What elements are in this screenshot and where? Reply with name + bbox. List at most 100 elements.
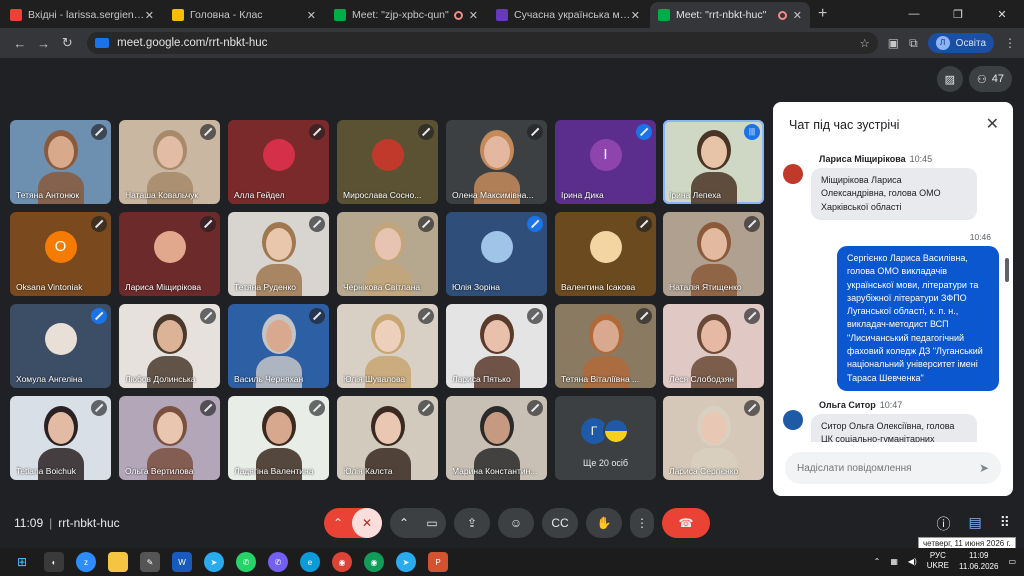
taskbar-clock[interactable]: 11:09 11.06.2026: [959, 550, 998, 572]
participant-tile[interactable]: Любов Долинська: [119, 304, 220, 388]
participant-tile[interactable]: Наташа Ковальчук: [119, 120, 220, 204]
participant-tile[interactable]: Хомула Ангеліна: [10, 304, 111, 388]
camera-off-icon[interactable]: ▨: [936, 66, 963, 92]
back-icon[interactable]: ←: [8, 36, 32, 51]
participant-tile[interactable]: ||| Ірина Лепеха: [663, 120, 764, 204]
edge-app-icon[interactable]: e: [300, 552, 320, 572]
mic-muted-icon: [309, 216, 325, 232]
whatsapp-app-icon[interactable]: ✆: [236, 552, 256, 572]
mic-muted-icon: [744, 216, 760, 232]
emoji-reactions-icon[interactable]: ☺: [498, 508, 534, 538]
participant-tile[interactable]: Леся Слободзян: [663, 304, 764, 388]
activities-icon[interactable]: ⠿: [1000, 514, 1010, 534]
network-icon[interactable]: ▦: [890, 557, 898, 566]
tab-strip: Вхідні - larissa.sergienko@lispi✕Головна…: [0, 2, 810, 28]
maximize-icon[interactable]: ❐: [936, 0, 980, 28]
minimize-icon[interactable]: —: [892, 0, 936, 28]
chat-close-icon[interactable]: ✕: [986, 114, 999, 134]
leave-call-icon[interactable]: ☎: [662, 508, 710, 538]
profile-button[interactable]: Л Освіта: [927, 33, 995, 53]
meet-bottom-bar: 11:09 | rrt-nbkt-huc ⌃ ✕ ⌃ ▭ ⇪ ☺ CC ✋ ⋮ ☎: [0, 498, 1024, 548]
mic-off-icon[interactable]: ✕: [352, 508, 382, 538]
participant-tile[interactable]: Лариса Пятько: [446, 304, 547, 388]
url-field[interactable]: meet.google.com/rrt-nbkt-huc ☆: [87, 32, 878, 54]
camera-icon[interactable]: ▭: [418, 508, 446, 538]
participant-tile[interactable]: І Ірина Дика: [555, 120, 656, 204]
reload-icon[interactable]: ↻: [55, 35, 79, 51]
present-screen-icon[interactable]: ⇪: [454, 508, 490, 538]
raise-hand-icon[interactable]: ✋: [586, 508, 622, 538]
tab-close-icon[interactable]: ✕: [307, 9, 316, 22]
participant-name: Юлія Шувалова: [343, 374, 406, 384]
participant-tile[interactable]: Олена Максимівна...: [446, 120, 547, 204]
tab-close-icon[interactable]: ✕: [469, 9, 478, 22]
chat-icon[interactable]: ▤: [969, 514, 982, 534]
participant-tile[interactable]: Тетяна Руденко: [228, 212, 329, 296]
meeting-details-icon[interactable]: ⓘ: [937, 514, 951, 534]
chat-sender-name: Ольга Ситор: [819, 400, 876, 410]
more-options-icon[interactable]: ⋮: [630, 508, 654, 538]
more-participants-tile[interactable]: Г Ще 20 осіб: [555, 396, 656, 480]
participant-tile[interactable]: Марина Константин...: [446, 396, 547, 480]
participant-tile[interactable]: Юлія Калста: [337, 396, 438, 480]
participant-tile[interactable]: Наталія Ятищенко: [663, 212, 764, 296]
bookmark-star-icon[interactable]: ☆: [859, 36, 869, 50]
extension-icon[interactable]: ▣: [888, 36, 899, 50]
participant-tile[interactable]: Валентина Ісакова: [555, 212, 656, 296]
tab-close-icon[interactable]: ✕: [631, 9, 640, 22]
word-app-icon[interactable]: W: [172, 552, 192, 572]
chrome-app-icon[interactable]: ◉: [332, 552, 352, 572]
participant-tile[interactable]: Юлія Шувалова: [337, 304, 438, 388]
browser-tab[interactable]: Meet: "rrt-nbkt-huc" ✕: [650, 2, 810, 28]
participant-tile[interactable]: Ладягіна Валентина: [228, 396, 329, 480]
powerpoint-app-icon[interactable]: P: [428, 552, 448, 572]
browser-tab[interactable]: Головна - Клас ✕: [164, 2, 324, 28]
captions-icon[interactable]: CC: [542, 508, 578, 538]
viber-app-icon[interactable]: ✆: [268, 552, 288, 572]
telegram-app-icon[interactable]: ➤: [204, 552, 224, 572]
camera-options-chevron-icon[interactable]: ⌃: [390, 508, 418, 538]
chat-scrollbar[interactable]: [1005, 258, 1009, 282]
participant-tile[interactable]: Василь Черняхан: [228, 304, 329, 388]
participant-tile[interactable]: Лариса Міщирікова: [119, 212, 220, 296]
participant-tile[interactable]: Лариса Сергієнко: [663, 396, 764, 480]
participant-tile[interactable]: Ольга Вертилова: [119, 396, 220, 480]
participants-button[interactable]: ⚇ 47: [968, 66, 1012, 92]
paint-app-icon[interactable]: ◐: [44, 552, 64, 572]
pinned-app-icon[interactable]: ✎: [140, 552, 160, 572]
menu-kebab-icon[interactable]: ⋮: [1004, 36, 1016, 50]
url-text: meet.google.com/rrt-nbkt-huc: [117, 37, 268, 49]
participant-tile[interactable]: Тетяна Віталіївна ...: [555, 304, 656, 388]
close-window-icon[interactable]: ✕: [980, 0, 1024, 28]
notifications-icon[interactable]: ▭: [1008, 557, 1016, 566]
participant-name: Хомула Ангеліна: [16, 374, 83, 384]
browser-tab[interactable]: Вхідні - larissa.sergienko@lispi✕: [2, 2, 162, 28]
send-icon[interactable]: ➤: [979, 461, 989, 475]
chrome-profile-app-icon[interactable]: ◉: [364, 552, 384, 572]
participant-tile[interactable]: O Oksana Vintoniak: [10, 212, 111, 296]
new-tab-button[interactable]: +: [818, 2, 827, 28]
volume-icon[interactable]: ◀): [908, 557, 917, 566]
chat-message-input[interactable]: [797, 462, 967, 474]
participant-tile[interactable]: Алла Гейдел: [228, 120, 329, 204]
file-explorer-icon[interactable]: [108, 552, 128, 572]
mic-options-chevron-icon[interactable]: ⌃: [324, 508, 352, 538]
browser-tab[interactable]: Meet: "zjp-xpbc-qun" ✕: [326, 2, 486, 28]
zoom-app-icon[interactable]: z: [76, 552, 96, 572]
browser-tab[interactable]: Сучасна українська мова з пр✕: [488, 2, 648, 28]
puzzle-extensions-icon[interactable]: ⧉: [909, 36, 918, 51]
participant-tile[interactable]: Юлія Зоріна: [446, 212, 547, 296]
participant-tile[interactable]: Чернікова Світлана: [337, 212, 438, 296]
participant-tile[interactable]: Tetiana Boichuk: [10, 396, 111, 480]
telegram-2-app-icon[interactable]: ➤: [396, 552, 416, 572]
participant-tile[interactable]: Тетяна Антонюк: [10, 120, 111, 204]
participant-avatar: [153, 231, 186, 264]
forward-icon[interactable]: →: [32, 36, 56, 51]
windows-start-icon[interactable]: ⊞: [12, 552, 32, 572]
language-indicator[interactable]: РУС UKRE: [927, 551, 949, 571]
participant-tile[interactable]: Мирослава Сосно...: [337, 120, 438, 204]
tab-close-icon[interactable]: ✕: [793, 9, 802, 22]
tab-close-icon[interactable]: ✕: [145, 9, 154, 22]
chat-sender: Ольга Ситор 10:47: [819, 400, 902, 410]
tray-expand-icon[interactable]: ⌃: [874, 557, 881, 566]
